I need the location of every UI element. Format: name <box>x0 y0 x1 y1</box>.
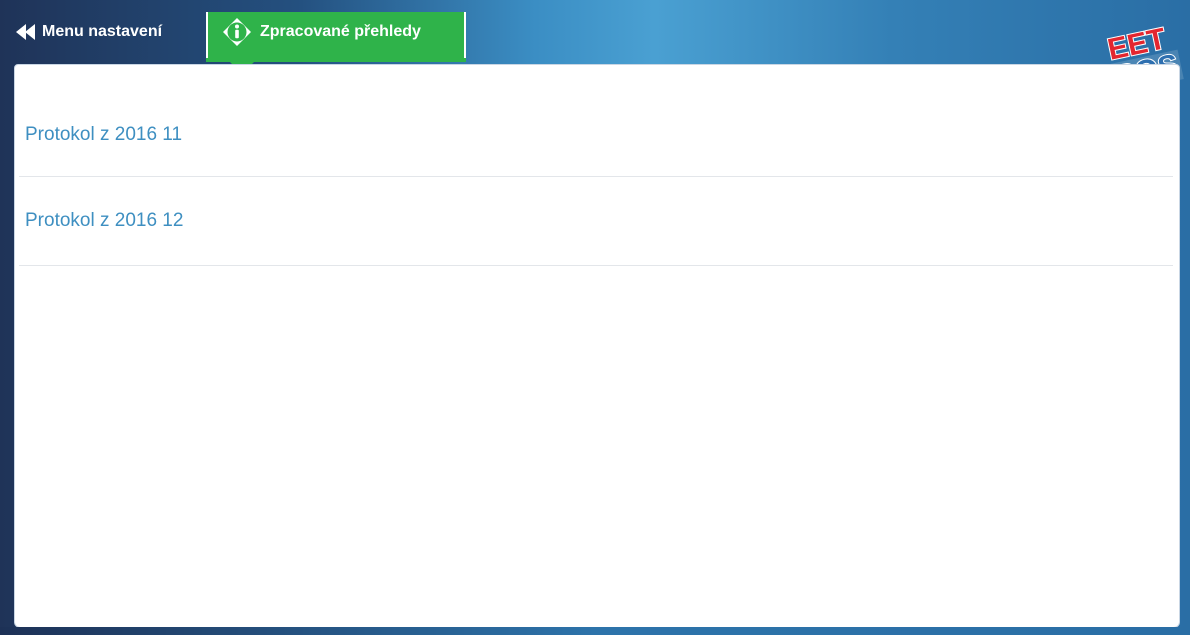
top-bar: Menu nastavení Zpracované přehledy EET <box>0 0 1190 95</box>
info-icon <box>223 18 251 46</box>
reports-list: Protokol z 2016 11 Protokol z 2016 12 <box>15 65 1179 266</box>
list-item-label: Protokol z 2016 11 <box>25 124 183 145</box>
tab-processed-reports[interactable]: Zpracované přehledy <box>206 12 466 58</box>
double-left-arrow-icon <box>16 24 36 40</box>
back-button-label: Menu nastavení <box>42 23 163 40</box>
menu-settings-back-button[interactable]: Menu nastavení <box>10 12 202 52</box>
list-item[interactable]: Protokol z 2016 11 <box>19 65 1173 177</box>
list-item[interactable]: Protokol z 2016 12 <box>19 177 1173 266</box>
reports-panel: Protokol z 2016 11 Protokol z 2016 12 <box>14 64 1180 628</box>
list-item-label: Protokol z 2016 12 <box>25 210 184 231</box>
app-frame: Menu nastavení Zpracované přehledy EET P… <box>0 0 1190 635</box>
tab-label: Zpracované přehledy <box>260 23 421 40</box>
